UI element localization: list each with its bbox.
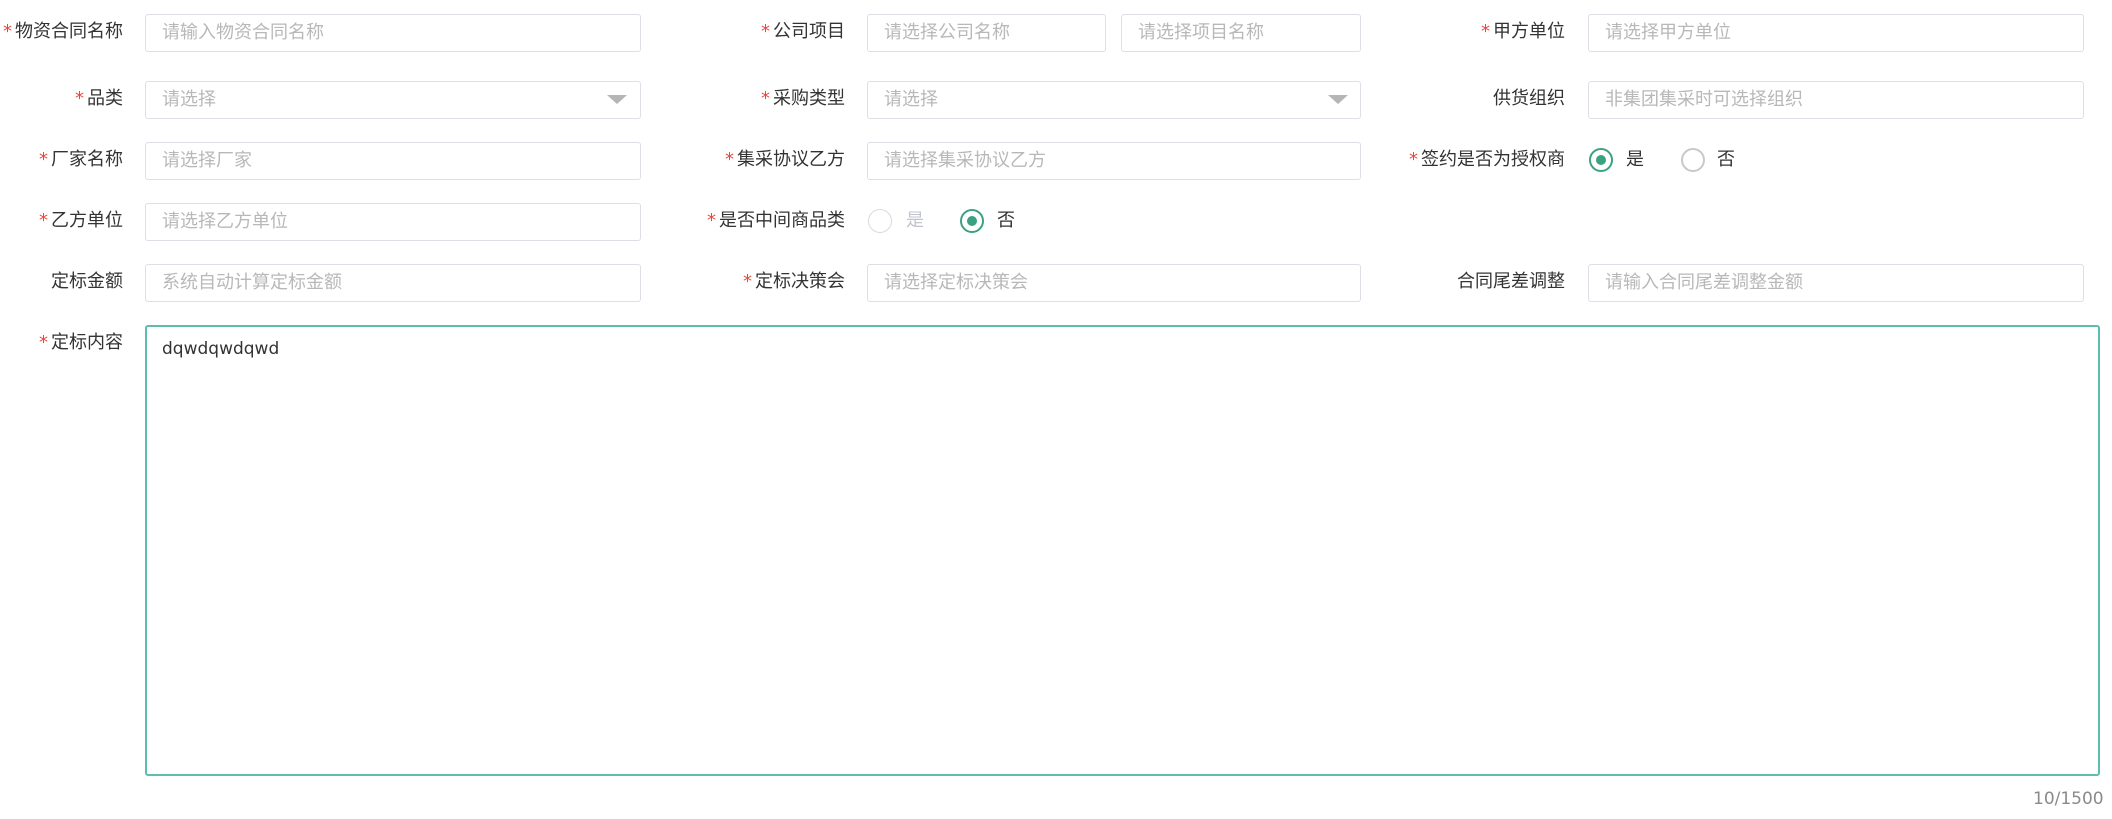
required-mark: * bbox=[761, 21, 770, 42]
required-mark: * bbox=[39, 332, 48, 353]
purchase-type-label: * 采购类型 bbox=[761, 88, 845, 109]
required-mark: * bbox=[743, 271, 752, 292]
central-party-b-label: * 集采协议乙方 bbox=[725, 149, 845, 170]
intermediary-label: * 是否中间商品类 bbox=[707, 210, 845, 231]
bid-content-textarea[interactable]: dqwdqwdqwd bbox=[145, 325, 2100, 776]
bid-content-value: dqwdqwdqwd bbox=[162, 339, 280, 359]
intermediary-no-label[interactable]: 否 bbox=[997, 209, 1015, 233]
bid-committee-select[interactable]: 请选择定标决策会 bbox=[867, 264, 1361, 302]
party-b-select[interactable]: 请选择乙方单位 bbox=[145, 203, 641, 241]
chevron-down-icon[interactable] bbox=[607, 95, 627, 104]
project-select[interactable]: 请选择项目名称 bbox=[1121, 14, 1361, 52]
intermediary-no-radio[interactable] bbox=[960, 209, 984, 233]
authorized-yes-radio[interactable] bbox=[1589, 148, 1613, 172]
category-label: * 品类 bbox=[75, 88, 123, 109]
contract-name-label: * 物资合同名称 bbox=[3, 21, 123, 42]
required-mark: * bbox=[725, 149, 734, 170]
manufacturer-label: * 厂家名称 bbox=[39, 149, 123, 170]
authorized-no-radio[interactable] bbox=[1681, 148, 1705, 172]
required-mark: * bbox=[1481, 21, 1490, 42]
bid-amount-input: 系统自动计算定标金额 bbox=[145, 264, 641, 302]
manufacturer-select[interactable]: 请选择厂家 bbox=[145, 142, 641, 180]
authorized-no-label[interactable]: 否 bbox=[1717, 148, 1735, 172]
intermediary-yes-radio bbox=[868, 209, 892, 233]
central-party-b-select[interactable]: 请选择集采协议乙方 bbox=[867, 142, 1361, 180]
authorized-dealer-label: * 签约是否为授权商 bbox=[1409, 149, 1565, 170]
supply-org-select[interactable]: 非集团集采时可选择组织 bbox=[1588, 81, 2084, 119]
required-mark: * bbox=[39, 149, 48, 170]
party-a-label: * 甲方单位 bbox=[1481, 21, 1565, 42]
tail-adjust-input[interactable]: 请输入合同尾差调整金额 bbox=[1588, 264, 2084, 302]
party-b-label: * 乙方单位 bbox=[39, 210, 123, 231]
contract-name-input[interactable]: 请输入物资合同名称 bbox=[145, 14, 641, 52]
required-mark: * bbox=[3, 21, 12, 42]
bid-content-label: * 定标内容 bbox=[39, 332, 123, 353]
category-select[interactable]: 请选择 bbox=[145, 81, 641, 119]
bid-committee-label: * 定标决策会 bbox=[743, 271, 845, 292]
party-a-select[interactable]: 请选择甲方单位 bbox=[1588, 14, 2084, 52]
purchase-type-select[interactable]: 请选择 bbox=[867, 81, 1361, 119]
company-select[interactable]: 请选择公司名称 bbox=[867, 14, 1106, 52]
required-mark: * bbox=[761, 88, 770, 109]
authorized-yes-label[interactable]: 是 bbox=[1626, 148, 1644, 172]
required-mark: * bbox=[1409, 149, 1418, 170]
required-mark: * bbox=[39, 210, 48, 231]
bid-amount-label: 定标金额 bbox=[51, 271, 123, 292]
supply-org-label: 供货组织 bbox=[1493, 88, 1565, 109]
chevron-down-icon[interactable] bbox=[1328, 95, 1348, 104]
tail-adjust-label: 合同尾差调整 bbox=[1457, 271, 1565, 292]
required-mark: * bbox=[75, 88, 84, 109]
required-mark: * bbox=[707, 210, 716, 231]
char-counter: 10/1500 bbox=[2033, 789, 2104, 809]
company-project-label: * 公司项目 bbox=[761, 21, 845, 42]
intermediary-yes-label: 是 bbox=[906, 210, 924, 231]
